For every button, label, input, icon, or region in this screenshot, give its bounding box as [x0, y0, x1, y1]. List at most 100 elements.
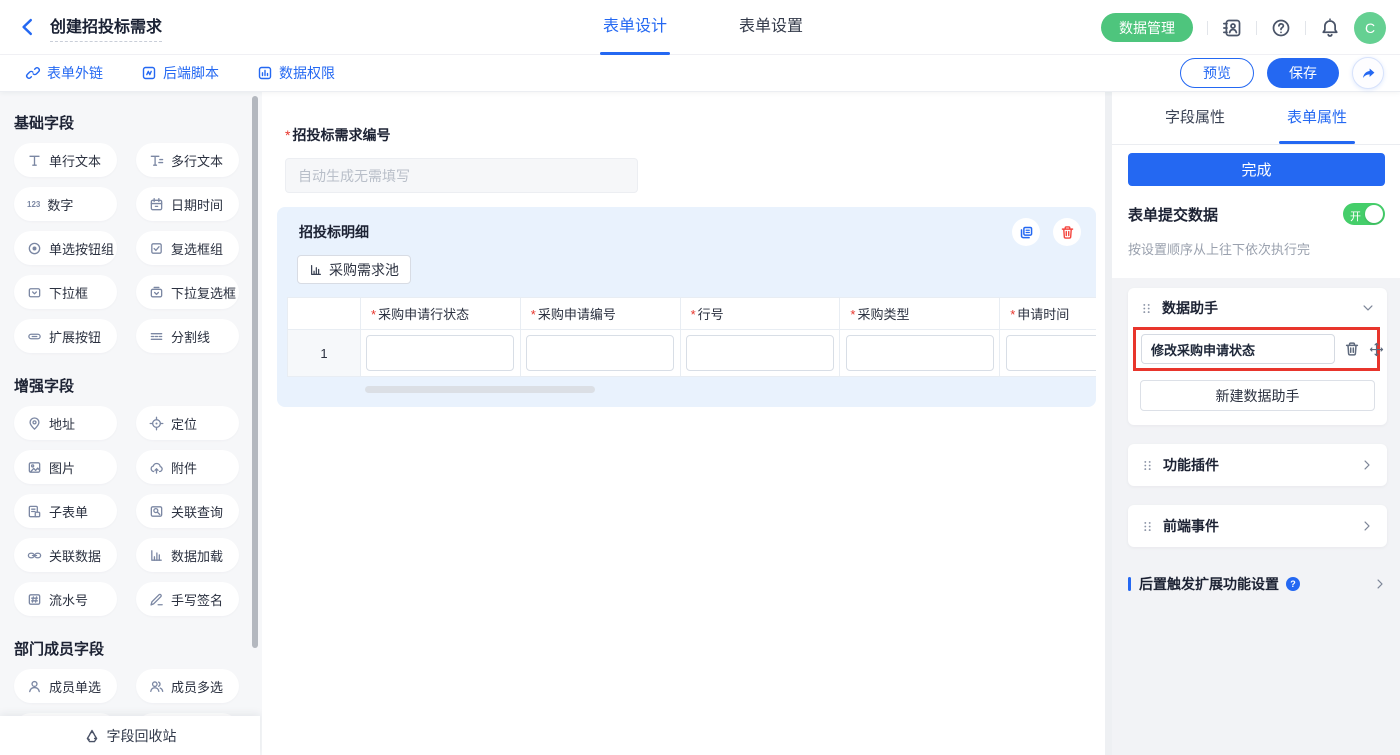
- chevron-right-icon[interactable]: [1360, 458, 1374, 472]
- properties-panel: 字段属性 表单属性 完成 表单提交数据 开 按设置顺序从上往下依次执行完 数据助手…: [1112, 92, 1400, 755]
- header-tab-1[interactable]: 表单设置: [739, 0, 803, 55]
- sidebar-item[interactable]: 子表单: [14, 494, 117, 528]
- panel-card-1[interactable]: 前端事件: [1128, 505, 1387, 547]
- delete-subform-button[interactable]: [1053, 218, 1081, 246]
- new-data-helper-button[interactable]: 新建数据助手: [1140, 380, 1375, 411]
- horizontal-scrollbar[interactable]: [365, 386, 595, 393]
- bell-icon[interactable]: [1320, 18, 1340, 38]
- sidebar-scrollbar[interactable]: [252, 96, 258, 648]
- sidebar-item[interactable]: 成员单选: [14, 669, 117, 703]
- cell-input[interactable]: [1006, 335, 1096, 371]
- table-cell: [520, 330, 680, 377]
- sidebar-item[interactable]: 日期时间: [136, 187, 239, 221]
- data-manage-button[interactable]: 数据管理: [1101, 13, 1193, 42]
- cell-input[interactable]: [846, 335, 994, 371]
- preview-button[interactable]: 预览: [1180, 58, 1254, 88]
- serial-field-input[interactable]: [285, 158, 638, 193]
- toolbar-link-label: 数据权限: [279, 63, 335, 83]
- move-icon: [1369, 342, 1384, 357]
- recycle-bin-label: 字段回收站: [107, 726, 177, 746]
- required-mark: *: [285, 127, 290, 143]
- submit-data-row: 表单提交数据 开: [1128, 203, 1385, 225]
- cell-input[interactable]: [686, 335, 834, 371]
- submit-data-label: 表单提交数据: [1128, 204, 1218, 225]
- avatar[interactable]: C: [1354, 12, 1386, 44]
- sidebar-item-label: 地址: [49, 414, 75, 433]
- toolbar-link-1[interactable]: 后端脚本: [141, 63, 219, 83]
- sidebar-item[interactable]: 123数字: [14, 187, 117, 221]
- post-trigger-row[interactable]: 后置触发扩展功能设置 ?: [1128, 574, 1387, 594]
- sidebar-item-label: 单选按钮组: [49, 239, 114, 258]
- panel-tab-0[interactable]: 字段属性: [1165, 92, 1225, 144]
- sidebar-item[interactable]: 下拉复选框: [136, 275, 239, 309]
- sidebar-item[interactable]: 图片: [14, 450, 117, 484]
- form-toolbar: 表单外链 后端脚本 数据权限 预览 保存: [0, 55, 1400, 92]
- sidebar-item-label: 下拉复选框: [171, 283, 236, 302]
- sidebar-item[interactable]: 分割线: [136, 319, 239, 353]
- sidebar-item[interactable]: 复选框组: [136, 231, 239, 265]
- separator: [1256, 21, 1257, 35]
- sidebar-item-label: 图片: [49, 458, 75, 477]
- panel-tab-1[interactable]: 表单属性: [1287, 92, 1347, 144]
- sidebar-item[interactable]: 下拉框: [14, 275, 117, 309]
- page-title[interactable]: 创建招投标需求: [50, 13, 162, 42]
- data-helper-item[interactable]: 修改采购申请状态: [1141, 334, 1335, 364]
- member-multi-icon: [149, 679, 164, 694]
- toolbar-link-0[interactable]: 表单外链: [25, 63, 103, 83]
- submit-data-toggle[interactable]: 开: [1343, 203, 1385, 225]
- sidebar-item[interactable]: 数据加载: [136, 538, 239, 572]
- locate-icon: [149, 416, 164, 431]
- done-button[interactable]: 完成: [1128, 153, 1385, 186]
- sidebar-section-title: 增强字段: [14, 375, 262, 396]
- sidebar-item[interactable]: 扩展按钮: [14, 319, 117, 353]
- sidebar-item[interactable]: 定位: [136, 406, 239, 440]
- field-library-sidebar: 基础字段单行文本多行文本123数字日期时间单选按钮组复选框组下拉框下拉复选框扩展…: [0, 92, 262, 755]
- panel-card-0[interactable]: 功能插件: [1128, 444, 1387, 486]
- row-index-cell: 1: [288, 330, 361, 377]
- sidebar-item-label: 复选框组: [171, 239, 223, 258]
- single-line-text-icon: [27, 153, 42, 168]
- sidebar-item-label: 子表单: [49, 502, 88, 521]
- sidebar-item-label: 数据加载: [171, 546, 223, 565]
- data-helper-header[interactable]: 数据助手: [1140, 298, 1375, 318]
- sidebar-item[interactable]: 单行文本: [14, 143, 117, 177]
- help-icon[interactable]: [1271, 18, 1291, 38]
- sidebar-item[interactable]: 地址: [14, 406, 117, 440]
- back-icon: [18, 17, 38, 37]
- chevron-right-icon: [1373, 577, 1387, 591]
- save-button[interactable]: 保存: [1267, 58, 1339, 88]
- drag-handle-icon[interactable]: [1141, 459, 1154, 472]
- chevron-right-icon[interactable]: [1360, 519, 1374, 533]
- column-header: *行号: [680, 298, 840, 330]
- sidebar-item-label: 关联数据: [49, 546, 101, 565]
- sidebar-item[interactable]: 成员多选: [136, 669, 239, 703]
- contact-book-icon[interactable]: [1222, 18, 1242, 38]
- duplicate-button[interactable]: [1012, 218, 1040, 246]
- drag-handle-icon[interactable]: [1141, 520, 1154, 533]
- sidebar-item[interactable]: 附件: [136, 450, 239, 484]
- image-icon: [27, 460, 42, 475]
- sidebar-item-label: 数字: [47, 195, 73, 214]
- sidebar-item[interactable]: 手写签名: [136, 582, 239, 616]
- toolbar-links: 表单外链 后端脚本 数据权限: [25, 63, 335, 83]
- subform-panel[interactable]: 招投标明细 采购需求池 *采购申请行状态*采购申请编号*行号*采购类型*申请时间…: [277, 207, 1096, 407]
- toolbar-link-2[interactable]: 数据权限: [257, 63, 335, 83]
- sidebar-item[interactable]: 关联查询: [136, 494, 239, 528]
- sidebar-item[interactable]: 多行文本: [136, 143, 239, 177]
- procurement-pool-button[interactable]: 采购需求池: [297, 255, 411, 284]
- execution-order-hint: 按设置顺序从上往下依次执行完: [1128, 239, 1385, 258]
- select-icon: [27, 285, 42, 300]
- data-load-icon: [149, 548, 164, 563]
- share-button[interactable]: [1352, 57, 1384, 89]
- address-icon: [27, 416, 42, 431]
- back-icon[interactable]: [18, 17, 38, 37]
- linked-query-icon: [149, 504, 164, 519]
- sidebar-item[interactable]: 关联数据: [14, 538, 117, 572]
- cell-input[interactable]: [526, 335, 674, 371]
- header-tab-0[interactable]: 表单设计: [603, 0, 667, 55]
- backend-script-icon: [141, 65, 157, 81]
- sidebar-item[interactable]: 流水号: [14, 582, 117, 616]
- cell-input[interactable]: [366, 335, 514, 371]
- sidebar-item[interactable]: 单选按钮组: [14, 231, 117, 265]
- field-recycle-bin[interactable]: 字段回收站: [0, 716, 260, 755]
